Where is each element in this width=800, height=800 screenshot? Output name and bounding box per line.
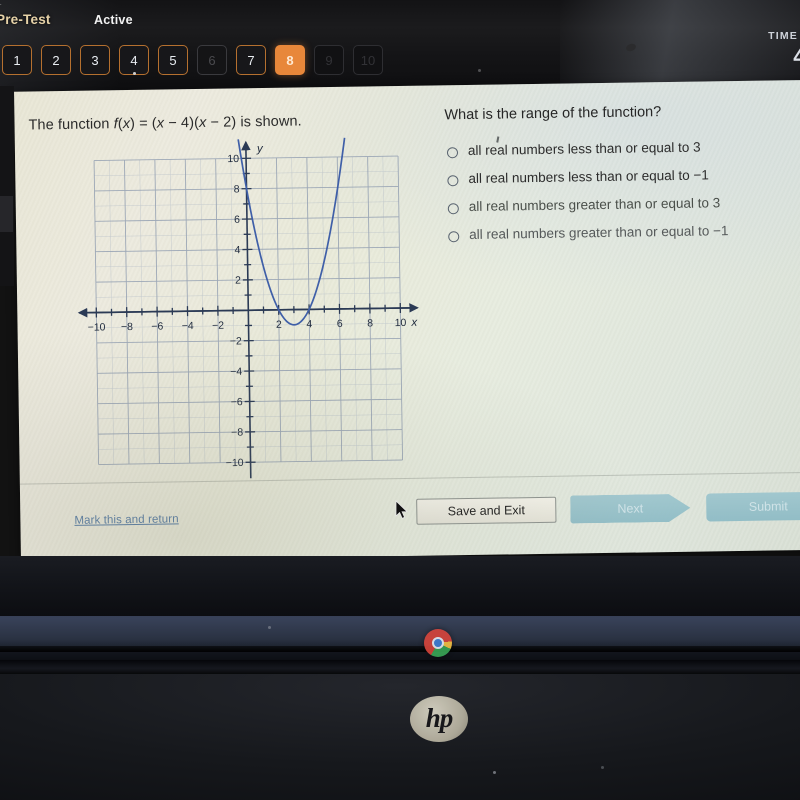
x-tick-label: 6 — [337, 318, 343, 330]
answer-options[interactable]: all real numbers less than or equal to 3… — [446, 138, 800, 255]
y-tick-label: −8 — [231, 427, 243, 439]
x-tick-label: 10 — [395, 317, 407, 329]
x-tick-label: 8 — [367, 317, 373, 329]
question-chip-3[interactable]: 3 — [80, 45, 110, 75]
radio-button-icon[interactable] — [448, 230, 460, 242]
radio-button-icon[interactable] — [446, 147, 459, 159]
question-chip-8[interactable]: 8 — [275, 45, 305, 75]
x-tick-label: −10 — [88, 321, 106, 333]
save-and-exit-button[interactable]: Save and Exit — [416, 496, 557, 525]
y-tick-label: 4 — [234, 244, 240, 256]
y-tick-label: 10 — [227, 153, 239, 165]
answer-option-1[interactable]: all real numbers less than or equal to 3 — [446, 138, 800, 160]
answer-option-label: all real numbers less than or equal to 3 — [467, 139, 701, 158]
answer-option-label: all real numbers less than or equal to −… — [468, 167, 709, 186]
mark-and-return-link[interactable]: Mark this and return — [74, 513, 178, 527]
x-tick-label: −6 — [151, 321, 163, 333]
question-chip-label: 10 — [360, 52, 376, 68]
question-chip-7[interactable]: 7 — [236, 45, 266, 75]
dust-speck — [601, 766, 604, 769]
y-tick-label: 6 — [234, 214, 240, 226]
y-tick-label: 8 — [234, 183, 240, 195]
chrome-icon[interactable] — [424, 629, 452, 657]
answer-option-4[interactable]: all real numbers greater than or equal t… — [448, 222, 800, 244]
assessment-title: Pre-Test — [0, 12, 51, 27]
question-chip-1[interactable]: 1 — [2, 45, 32, 75]
x-tick-label: −8 — [121, 321, 133, 333]
question-chip-5[interactable]: 5 — [158, 45, 188, 75]
question-chip-label: 5 — [169, 52, 177, 68]
question-chip-label: 7 — [247, 52, 255, 68]
answer-option-label: all real numbers greater than or equal t… — [468, 195, 721, 214]
function-graph: −10 −8 −6 −4 −2 2 4 6 8 10 10 8 6 4 2 −2 −4 −6 −8 −10 x y — [71, 136, 426, 486]
next-button[interactable]: Next — [570, 494, 690, 524]
screen-left-edge — [0, 86, 14, 286]
dust-speck — [625, 42, 637, 53]
question-chip-label: 3 — [91, 52, 99, 68]
question-chip-label: 4 — [130, 52, 138, 68]
question-prompt: What is the range of the function? — [444, 104, 662, 124]
radio-button-icon[interactable] — [447, 202, 459, 215]
question-card-wrapper: The function f(x) = (x − 4)(x − 2) is sh… — [0, 79, 800, 570]
question-chip-9[interactable]: 9 — [314, 45, 344, 75]
laptop-palmrest — [0, 674, 800, 800]
question-chip-label: 1 — [13, 52, 21, 68]
x-tick-label: 4 — [306, 318, 312, 330]
question-chip-4[interactable]: 4 — [119, 45, 149, 75]
answer-option-label: all real numbers greater than or equal t… — [469, 222, 729, 242]
y-axis-label: y — [256, 143, 264, 155]
y-tick-label: 2 — [235, 275, 241, 287]
x-axis-label: x — [410, 317, 418, 329]
dust-speck — [478, 69, 481, 72]
status-badge: Active — [94, 13, 133, 27]
y-tick-label: −10 — [226, 457, 244, 469]
answer-option-2[interactable]: all real numbers less than or equal to −… — [447, 166, 800, 188]
laptop-hinge — [0, 660, 800, 674]
question-chip-6[interactable]: 6 — [197, 45, 227, 75]
y-tick-label: −2 — [230, 335, 242, 347]
x-tick-label: −4 — [182, 320, 194, 332]
mouse-cursor — [395, 500, 408, 519]
question-number-nav[interactable]: 1 2 3 4 5 6 7 8 9 10 — [2, 45, 383, 75]
y-tick-label: −4 — [230, 366, 242, 378]
hp-logo-text: hp — [425, 702, 454, 733]
submit-button[interactable]: Submit — [706, 491, 800, 522]
question-chip-label: 9 — [325, 52, 333, 68]
x-tick-label: −2 — [212, 320, 224, 332]
graph-svg: −10 −8 −6 −4 −2 2 4 6 8 10 10 8 6 4 2 −2 −4 −6 −8 −10 x y — [77, 137, 419, 479]
question-chip-10[interactable]: 10 — [353, 45, 383, 75]
dust-speck — [268, 626, 271, 629]
question-chip-2[interactable]: 2 — [41, 45, 71, 75]
cropped-header-text: t — [0, 0, 1, 8]
answer-option-3[interactable]: all real numbers greater than or equal t… — [447, 194, 800, 216]
radio-button-icon[interactable] — [447, 175, 459, 187]
question-chip-label: 2 — [52, 52, 60, 68]
y-tick-label: −6 — [231, 396, 243, 408]
screen-edge-notch — [0, 196, 13, 232]
screen-bottom-dark-area — [0, 556, 800, 616]
question-chip-label: 6 — [208, 52, 216, 68]
hp-logo: hp — [410, 696, 468, 742]
photo-of-laptop-screen: hp t Pre-Test Active TIME 4 12345678910 … — [0, 0, 800, 800]
question-chip-label: 8 — [286, 52, 294, 68]
question-card: The function f(x) = (x − 4)(x − 2) is sh… — [14, 79, 800, 562]
x-tick-label: 2 — [276, 319, 282, 331]
timer-label: TIME — [768, 30, 798, 42]
question-stem: The function f(x) = (x − 4)(x − 2) is sh… — [28, 113, 302, 134]
dust-speck — [493, 771, 496, 774]
timer-value: 4 — [793, 44, 800, 69]
